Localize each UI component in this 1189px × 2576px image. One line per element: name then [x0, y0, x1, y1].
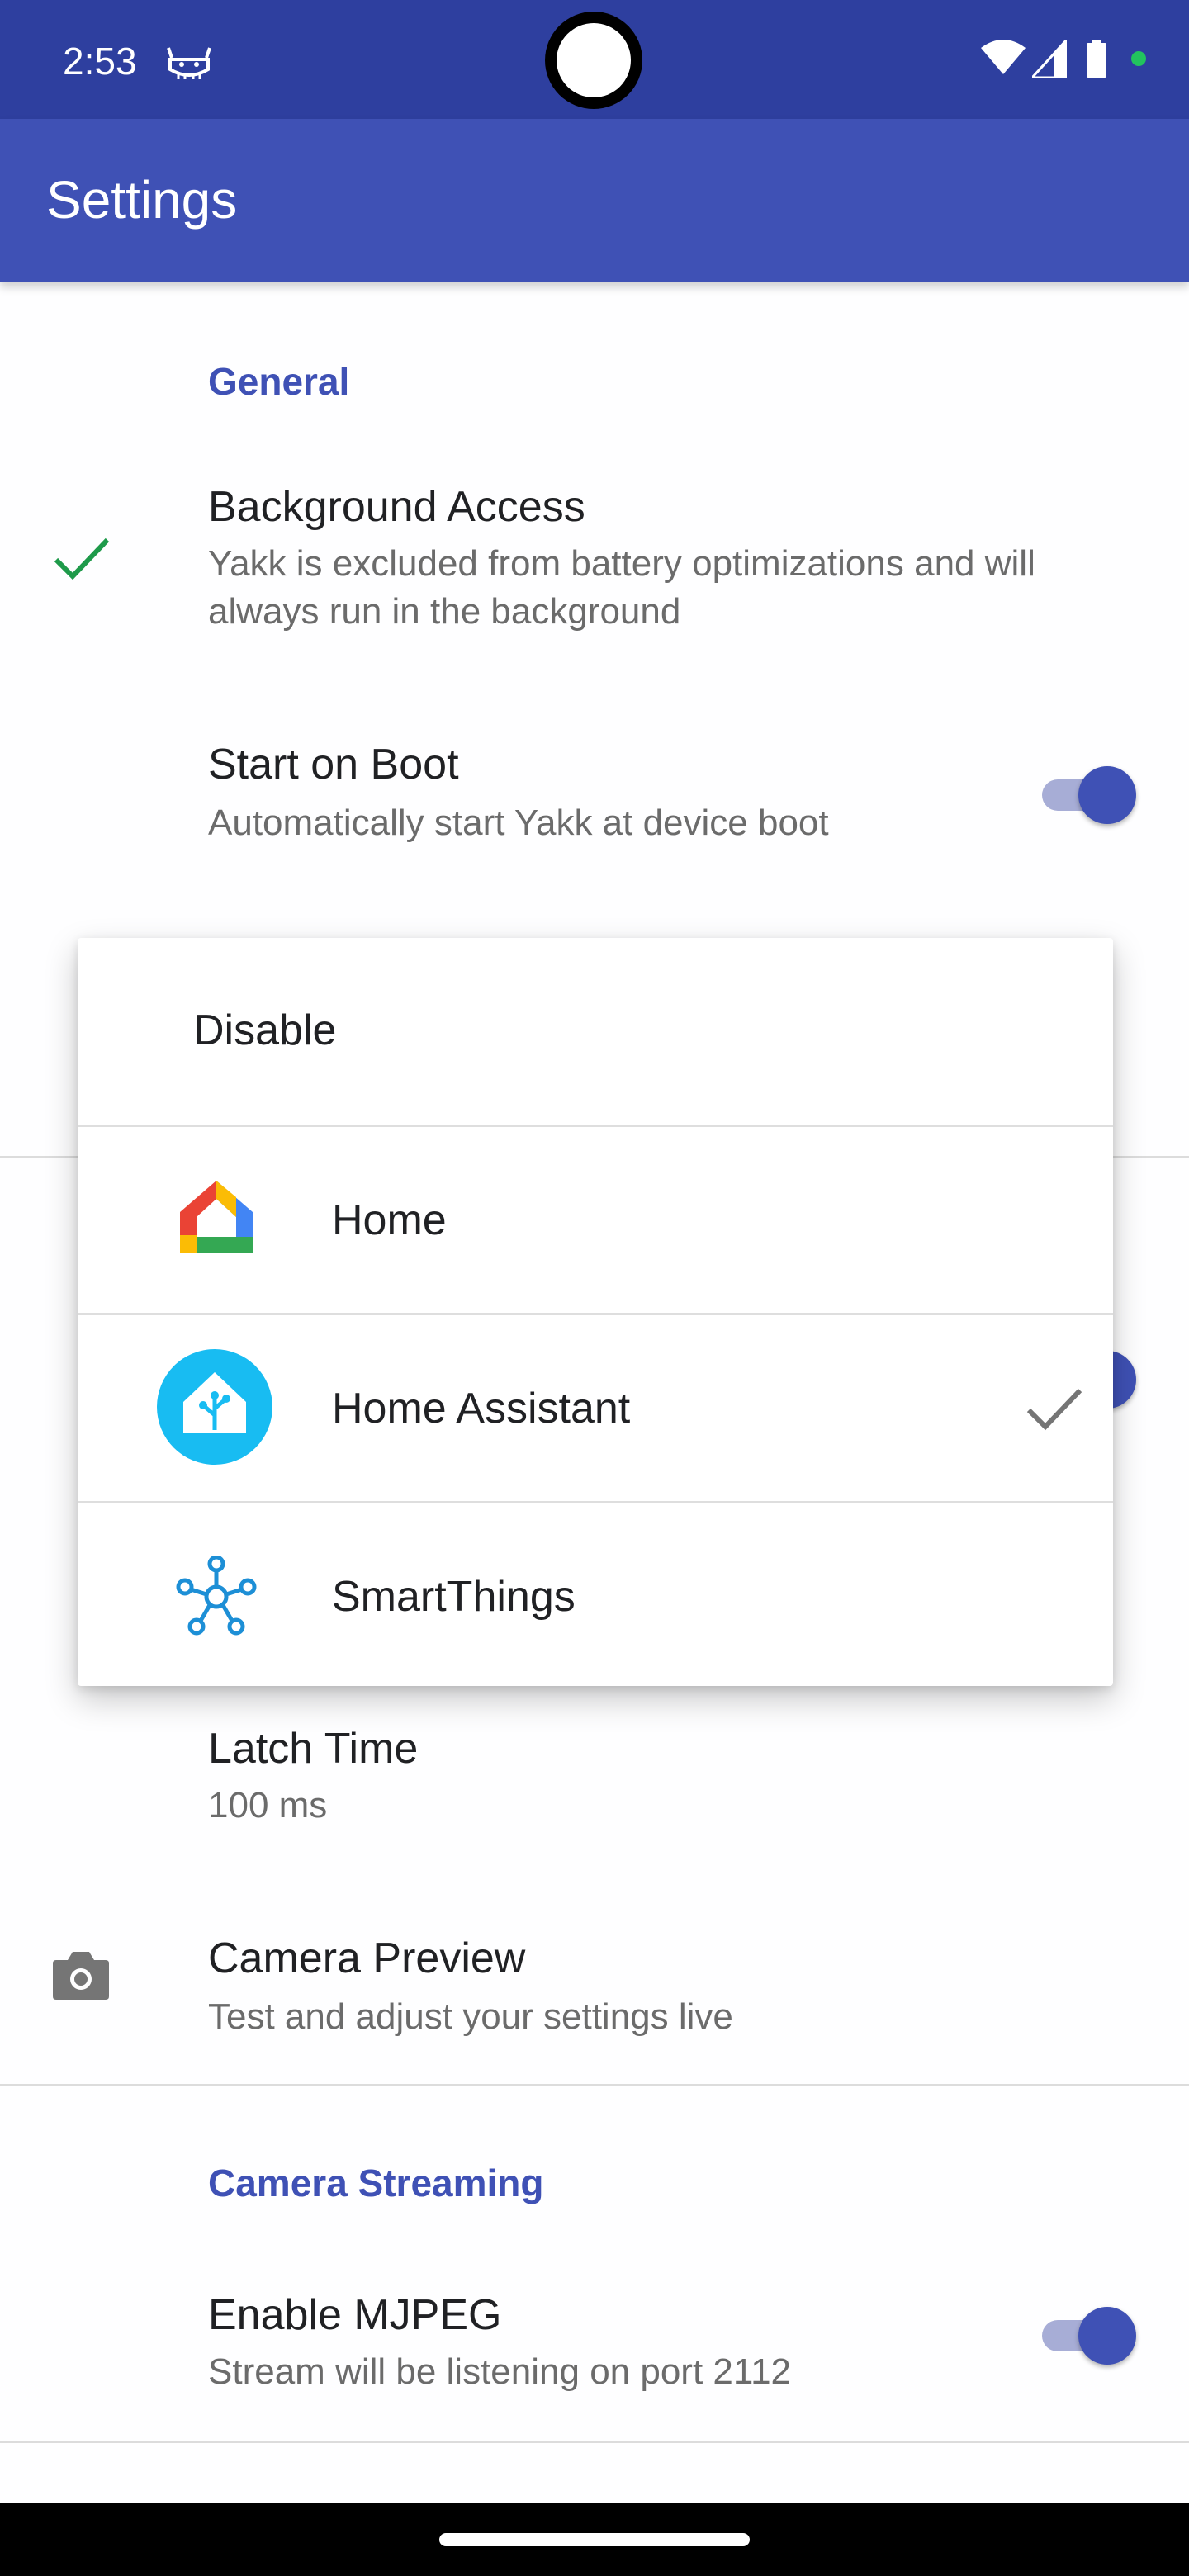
wifi-icon	[981, 40, 1026, 74]
selected-check-icon	[1026, 1388, 1082, 1431]
camera-cutout	[545, 12, 642, 109]
pref-summary: Yakk is excluded from battery optimizati…	[208, 543, 1035, 632]
cell-signal-icon	[1032, 40, 1067, 78]
pref-summary: 100 ms	[208, 1785, 328, 1825]
switch-thumb	[1078, 2307, 1136, 2365]
home-assistant-icon	[157, 1349, 272, 1465]
app-bar: Settings	[0, 119, 1189, 282]
integration-dropdown-popup: Disable Home Home Assistant SmartThings	[78, 938, 1113, 1686]
section-header-camera-streaming: Camera Streaming	[208, 2162, 544, 2204]
check-icon	[54, 537, 110, 580]
popup-item-home-assistant[interactable]: Home Assistant	[78, 1314, 1113, 1503]
popup-item-label: SmartThings	[332, 1573, 576, 1621]
enable-mjpeg-switch[interactable]	[1037, 2304, 1136, 2366]
divider	[0, 2084, 1189, 2086]
popup-item-home[interactable]: Home	[78, 1126, 1113, 1314]
smartthings-icon	[176, 1556, 257, 1636]
section-header-general: General	[208, 360, 350, 403]
popup-item-label: Home Assistant	[332, 1385, 631, 1432]
status-dot	[1131, 51, 1146, 66]
page-title: Settings	[46, 170, 238, 230]
pref-summary: Test and adjust your settings live	[208, 1996, 733, 2037]
camera-icon	[53, 1952, 109, 2000]
home-gesture-handle[interactable]	[439, 2533, 750, 2546]
battery-icon	[1087, 40, 1106, 78]
popup-item-disable[interactable]: Disable	[78, 938, 1113, 1126]
google-home-icon	[180, 1181, 253, 1253]
pref-title: Background Access	[208, 483, 585, 531]
popup-item-label: Home	[332, 1196, 447, 1244]
pref-summary: Stream will be listening on port 2112	[208, 2351, 792, 2392]
start-on-boot-switch[interactable]	[1037, 763, 1136, 826]
pref-title: Enable MJPEG	[208, 2291, 502, 2339]
popup-item-smartthings[interactable]: SmartThings	[78, 1503, 1113, 1691]
pref-title: Latch Time	[208, 1725, 419, 1773]
status-bar: 2:53	[0, 0, 1189, 119]
status-time: 2:53	[63, 40, 137, 83]
pref-title: Camera Preview	[208, 1934, 526, 1982]
switch-thumb	[1078, 766, 1136, 824]
pref-title: Start on Boot	[208, 741, 459, 788]
pref-summary: Automatically start Yakk at device boot	[208, 803, 829, 843]
android-head-icon	[167, 47, 211, 79]
popup-item-label: Disable	[193, 1006, 337, 1054]
navigation-bar	[0, 2503, 1189, 2576]
divider	[0, 2441, 1189, 2443]
